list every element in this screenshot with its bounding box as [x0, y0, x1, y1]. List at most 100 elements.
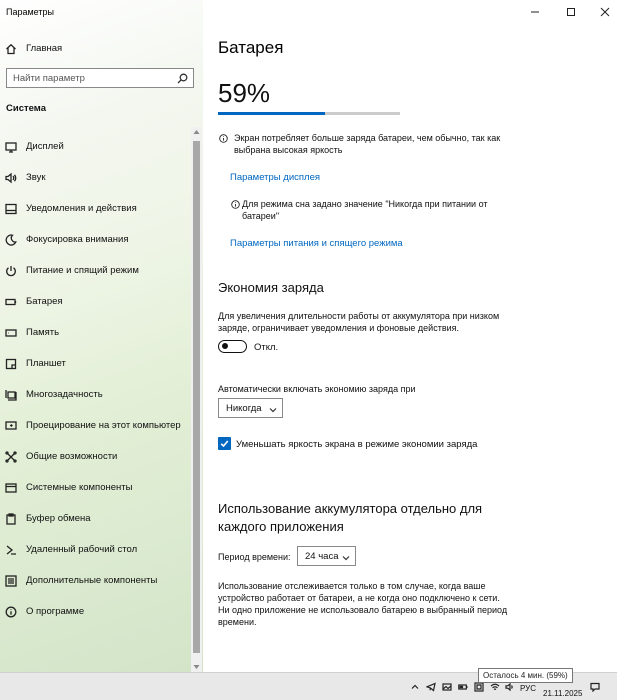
battery-icon — [5, 296, 17, 308]
wifi-icon[interactable] — [490, 682, 500, 692]
shared-experiences-icon — [5, 450, 17, 463]
display-settings-link[interactable]: Параметры дисплея — [230, 172, 320, 183]
scrollbar-thumb[interactable] — [193, 141, 200, 653]
battery-tray-icon[interactable] — [458, 682, 468, 692]
info-icon — [219, 134, 228, 143]
auto-saver-dropdown[interactable]: Никогда — [218, 398, 283, 418]
sidebar-item-label: Питание и спящий режим — [26, 265, 139, 276]
multitasking-icon — [5, 389, 17, 401]
sidebar-item-focus-assist[interactable]: Фокусировка внимания — [0, 224, 190, 255]
storage-icon — [5, 327, 17, 339]
battery-saver-heading: Экономия заряда — [218, 280, 324, 295]
close-button[interactable] — [587, 0, 617, 24]
auto-saver-label: Автоматически включать экономию заряда п… — [218, 384, 416, 394]
tray-date[interactable]: 21.11.2025 — [543, 689, 582, 698]
speaker-icon — [5, 172, 17, 184]
search-box[interactable] — [6, 68, 194, 88]
sidebar-item-label: Общие возможности — [26, 451, 118, 462]
section-label: Система — [6, 103, 46, 114]
sidebar-item-sound[interactable]: Звук — [0, 162, 190, 193]
projecting-icon — [5, 420, 17, 432]
sidebar-item-storage[interactable]: Память — [0, 317, 190, 348]
chevron-up-icon[interactable] — [410, 682, 420, 692]
maximize-icon — [567, 8, 575, 16]
sidebar-item-home[interactable]: Главная — [0, 33, 190, 64]
volume-icon[interactable] — [505, 682, 515, 692]
battery-saver-description: Для увеличения длительности работы от ак… — [218, 311, 500, 333]
sidebar-item-projecting[interactable]: Проецирование на этот компьютер — [0, 410, 190, 441]
time-period-label: Период времени: — [218, 552, 291, 562]
notification-icon — [5, 203, 17, 215]
sidebar-item-power-sleep[interactable]: Питание и спящий режим — [0, 255, 190, 286]
sidebar-item-shared-experiences[interactable]: Общие возможности — [0, 441, 190, 472]
sidebar-item-system-components[interactable]: Системные компоненты — [0, 472, 190, 503]
power-icon — [5, 265, 17, 277]
sidebar-item-label: Буфер обмена — [26, 513, 91, 524]
battery-percent: 59% — [218, 78, 271, 108]
toggle-knob — [222, 343, 228, 349]
sidebar-item-display[interactable]: Дисплей — [0, 131, 190, 162]
sidebar-item-notifications[interactable]: Уведомления и действия — [0, 193, 190, 224]
window-title: Параметры — [6, 7, 54, 17]
close-icon — [600, 7, 610, 17]
battery-saver-toggle[interactable] — [218, 340, 247, 353]
telegram-icon[interactable] — [425, 682, 436, 692]
sidebar-item-multitasking[interactable]: Многозадачность — [0, 379, 190, 410]
sidebar-item-remote-desktop[interactable]: Удаленный рабочий стол — [0, 534, 190, 565]
optional-features-icon — [5, 574, 17, 587]
chevron-down-icon — [269, 405, 277, 413]
sidebar-item-label: Фокусировка внимания — [26, 234, 129, 245]
settings-window: Параметры Главная Система Дисплей Звук У… — [0, 0, 617, 672]
notification-center-icon[interactable] — [590, 682, 600, 693]
sidebar-item-battery[interactable]: Батарея — [0, 286, 190, 317]
sidebar-item-label: Память — [26, 327, 60, 338]
time-period-dropdown[interactable]: 24 часа — [297, 546, 356, 566]
page-title: Батарея — [218, 38, 284, 57]
reduce-brightness-checkbox[interactable] — [218, 437, 231, 450]
chevron-down-icon — [342, 553, 350, 561]
display-icon — [5, 141, 17, 153]
sidebar-item-label: О программе — [26, 606, 85, 617]
sidebar-item-label: Многозадачность — [26, 389, 103, 400]
auto-saver-value: Никогда — [226, 403, 262, 414]
battery-saver-toggle-label: Откл. — [254, 342, 279, 353]
sidebar-item-about[interactable]: О программе — [0, 596, 190, 627]
sidebar-item-label: Удаленный рабочий стол — [26, 544, 138, 555]
sidebar-item-tablet[interactable]: Планшет — [0, 348, 190, 379]
power-sleep-settings-link[interactable]: Параметры питания и спящего режима — [230, 238, 403, 249]
app-usage-heading: Использование аккумулятора отдельно для … — [218, 501, 483, 534]
sidebar-item-label: Планшет — [26, 358, 66, 369]
scroll-down-arrow-icon[interactable] — [193, 664, 200, 670]
image-icon[interactable] — [442, 682, 452, 692]
search-icon[interactable] — [177, 73, 188, 84]
sidebar-item-label: Главная — [26, 43, 63, 54]
scroll-up-arrow-icon[interactable] — [193, 129, 200, 135]
sidebar-item-label: Звук — [26, 172, 46, 183]
battery-level-bar — [218, 112, 400, 115]
moon-icon — [5, 233, 17, 246]
minimize-button[interactable] — [517, 0, 553, 24]
clipboard-icon — [5, 512, 17, 525]
search-input[interactable] — [13, 72, 173, 85]
info-icon — [231, 200, 240, 209]
sidebar-item-clipboard[interactable]: Буфер обмена — [0, 503, 190, 534]
brightness-info-text: Экран потребляет больше заряда батареи, … — [234, 133, 501, 155]
sidebar-item-label: Дисплей — [26, 141, 64, 152]
checkmark-icon — [220, 440, 229, 448]
time-period-value: 24 часа — [305, 551, 339, 562]
app-usage-description: Использование отслеживается только в том… — [218, 581, 508, 627]
home-icon — [5, 43, 17, 55]
remote-tray-icon[interactable] — [474, 682, 484, 692]
sidebar-item-label: Проецирование на этот компьютер — [26, 420, 181, 431]
sleep-info-text: Для режима сна задано значение "Никогда … — [242, 199, 488, 221]
sidebar-item-optional-features[interactable]: Дополнительные компоненты — [0, 565, 190, 596]
maximize-button[interactable] — [553, 0, 589, 24]
sidebar-item-label: Уведомления и действия — [26, 203, 137, 214]
sidebar-item-label: Системные компоненты — [26, 482, 133, 493]
remote-desktop-icon — [5, 544, 17, 556]
sidebar-scrollbar[interactable] — [191, 127, 202, 672]
sidebar-item-label: Дополнительные компоненты — [26, 575, 158, 586]
battery-level-fill — [218, 112, 326, 115]
sidebar: Параметры Главная Система Дисплей Звук У… — [0, 0, 203, 672]
language-indicator[interactable]: РУС — [520, 684, 536, 693]
